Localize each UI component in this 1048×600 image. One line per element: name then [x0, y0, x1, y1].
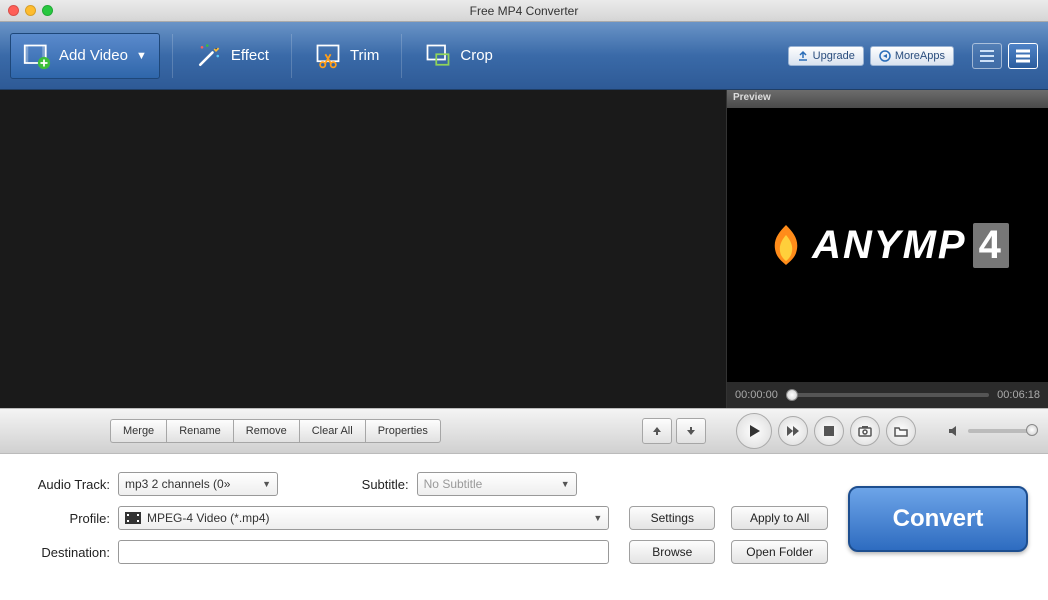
camera-icon [858, 425, 872, 437]
settings-side-buttons: Settings Browse Apply to All Open Folder [629, 472, 828, 564]
trim-button[interactable]: Trim [304, 36, 389, 76]
properties-button[interactable]: Properties [365, 419, 441, 443]
snapshot-button[interactable] [850, 416, 880, 446]
upload-icon [797, 50, 809, 62]
crop-label: Crop [460, 47, 493, 64]
video profile-icon [125, 512, 141, 524]
upgrade-label: Upgrade [813, 50, 855, 62]
crop-icon [424, 42, 452, 70]
separator [291, 34, 292, 78]
window-title: Free MP4 Converter [0, 4, 1048, 18]
anymp4-logo: ANYMP4 [766, 221, 1009, 269]
convert-button[interactable]: Convert [848, 486, 1028, 552]
video-list[interactable] [0, 90, 726, 408]
profile-label: Profile: [20, 511, 110, 526]
preview-header: Preview [726, 90, 1048, 108]
apply-to-all-button[interactable]: Apply to All [731, 506, 828, 530]
volume-slider[interactable] [968, 429, 1038, 433]
open-snapshot-folder-button[interactable] [886, 416, 916, 446]
rename-button[interactable]: Rename [166, 419, 233, 443]
stop-icon [824, 426, 834, 436]
folder-icon [894, 425, 908, 437]
clear-all-button[interactable]: Clear All [299, 419, 365, 443]
preview-video: ANYMP4 [726, 108, 1048, 382]
destination-label: Destination: [20, 545, 110, 560]
subtitle-label: Subtitle: [319, 477, 409, 492]
list-view-button[interactable] [972, 43, 1002, 69]
arrow-up-icon [651, 425, 663, 437]
settings-panel: Audio Track: mp3 2 channels (0» ▼ Subtitl… [0, 454, 1048, 582]
volume-knob[interactable] [1026, 424, 1038, 436]
list-action-buttons: Merge Rename Remove Clear All Properties [110, 419, 441, 443]
chevron-down-icon: ▼ [561, 479, 570, 489]
destination-input[interactable] [118, 540, 609, 564]
effect-button[interactable]: Effect [185, 36, 279, 76]
titlebar: Free MP4 Converter [0, 0, 1048, 22]
time-current: 00:00:00 [735, 389, 778, 401]
chevron-down-icon: ▼ [593, 513, 602, 523]
more-apps-button[interactable]: MoreApps [870, 46, 954, 66]
speaker-icon [948, 425, 962, 437]
add-video-button[interactable]: Add Video ▼ [10, 33, 160, 79]
forward-button[interactable] [778, 416, 808, 446]
settings-fields: Audio Track: mp3 2 channels (0» ▼ Subtitl… [20, 472, 609, 564]
timeline-slider[interactable] [786, 393, 989, 397]
add-video-label: Add Video [59, 47, 128, 64]
stop-button[interactable] [814, 416, 844, 446]
thumbnail-view-button[interactable] [1008, 43, 1038, 69]
timeline: 00:00:00 00:06:18 [726, 382, 1048, 408]
browse-button[interactable]: Browse [629, 540, 715, 564]
play-icon [747, 424, 761, 438]
convert-label: Convert [893, 505, 984, 533]
time-total: 00:06:18 [997, 389, 1040, 401]
audio-track-value: mp3 2 channels (0» [125, 477, 230, 491]
trim-label: Trim [350, 47, 379, 64]
logo-suffix: 4 [973, 223, 1009, 268]
settings-button[interactable]: Settings [629, 506, 715, 530]
effect-icon [195, 42, 223, 70]
remove-button[interactable]: Remove [233, 419, 299, 443]
crop-button[interactable]: Crop [414, 36, 503, 76]
separator [401, 34, 402, 78]
trim-icon [314, 42, 342, 70]
view-mode-buttons [972, 43, 1038, 69]
work-area: Preview ANYMP4 00:00:00 00:06:18 [0, 90, 1048, 408]
chevron-down-icon: ▼ [262, 479, 271, 489]
playback-controls [726, 413, 1048, 449]
subtitle-select[interactable]: No Subtitle ▼ [417, 472, 577, 496]
merge-button[interactable]: Merge [110, 419, 166, 443]
separator [172, 34, 173, 78]
forward-icon [786, 425, 800, 437]
preview-pane: Preview ANYMP4 00:00:00 00:06:18 [726, 90, 1048, 408]
timeline-knob[interactable] [786, 389, 798, 401]
subtitle-value: No Subtitle [424, 477, 483, 491]
profile-select[interactable]: MPEG-4 Video (*.mp4) ▼ [118, 506, 609, 530]
move-down-button[interactable] [676, 418, 706, 444]
arrow-down-icon [685, 425, 697, 437]
list-icon [979, 49, 995, 63]
profile-value: MPEG-4 Video (*.mp4) [147, 511, 270, 525]
control-strip: Merge Rename Remove Clear All Properties [0, 408, 1048, 454]
toolbar-right: Upgrade MoreApps [788, 43, 1038, 69]
effect-label: Effect [231, 47, 269, 64]
more-apps-icon [879, 50, 891, 62]
logo-text: ANYMP [812, 223, 966, 268]
reorder-buttons [642, 418, 706, 444]
volume-control [948, 425, 1038, 437]
more-apps-label: MoreApps [895, 50, 945, 62]
audio-track-label: Audio Track: [20, 477, 110, 492]
audio-track-select[interactable]: mp3 2 channels (0» ▼ [118, 472, 278, 496]
menu-icon [1015, 49, 1031, 63]
main-toolbar: Add Video ▼ Effect Trim Crop Upgrade [0, 22, 1048, 90]
play-button[interactable] [736, 413, 772, 449]
upgrade-button[interactable]: Upgrade [788, 46, 864, 66]
dropdown-caret-icon: ▼ [136, 50, 147, 62]
flame-icon [766, 221, 806, 269]
open-folder-button[interactable]: Open Folder [731, 540, 828, 564]
add-video-icon [23, 42, 51, 70]
move-up-button[interactable] [642, 418, 672, 444]
